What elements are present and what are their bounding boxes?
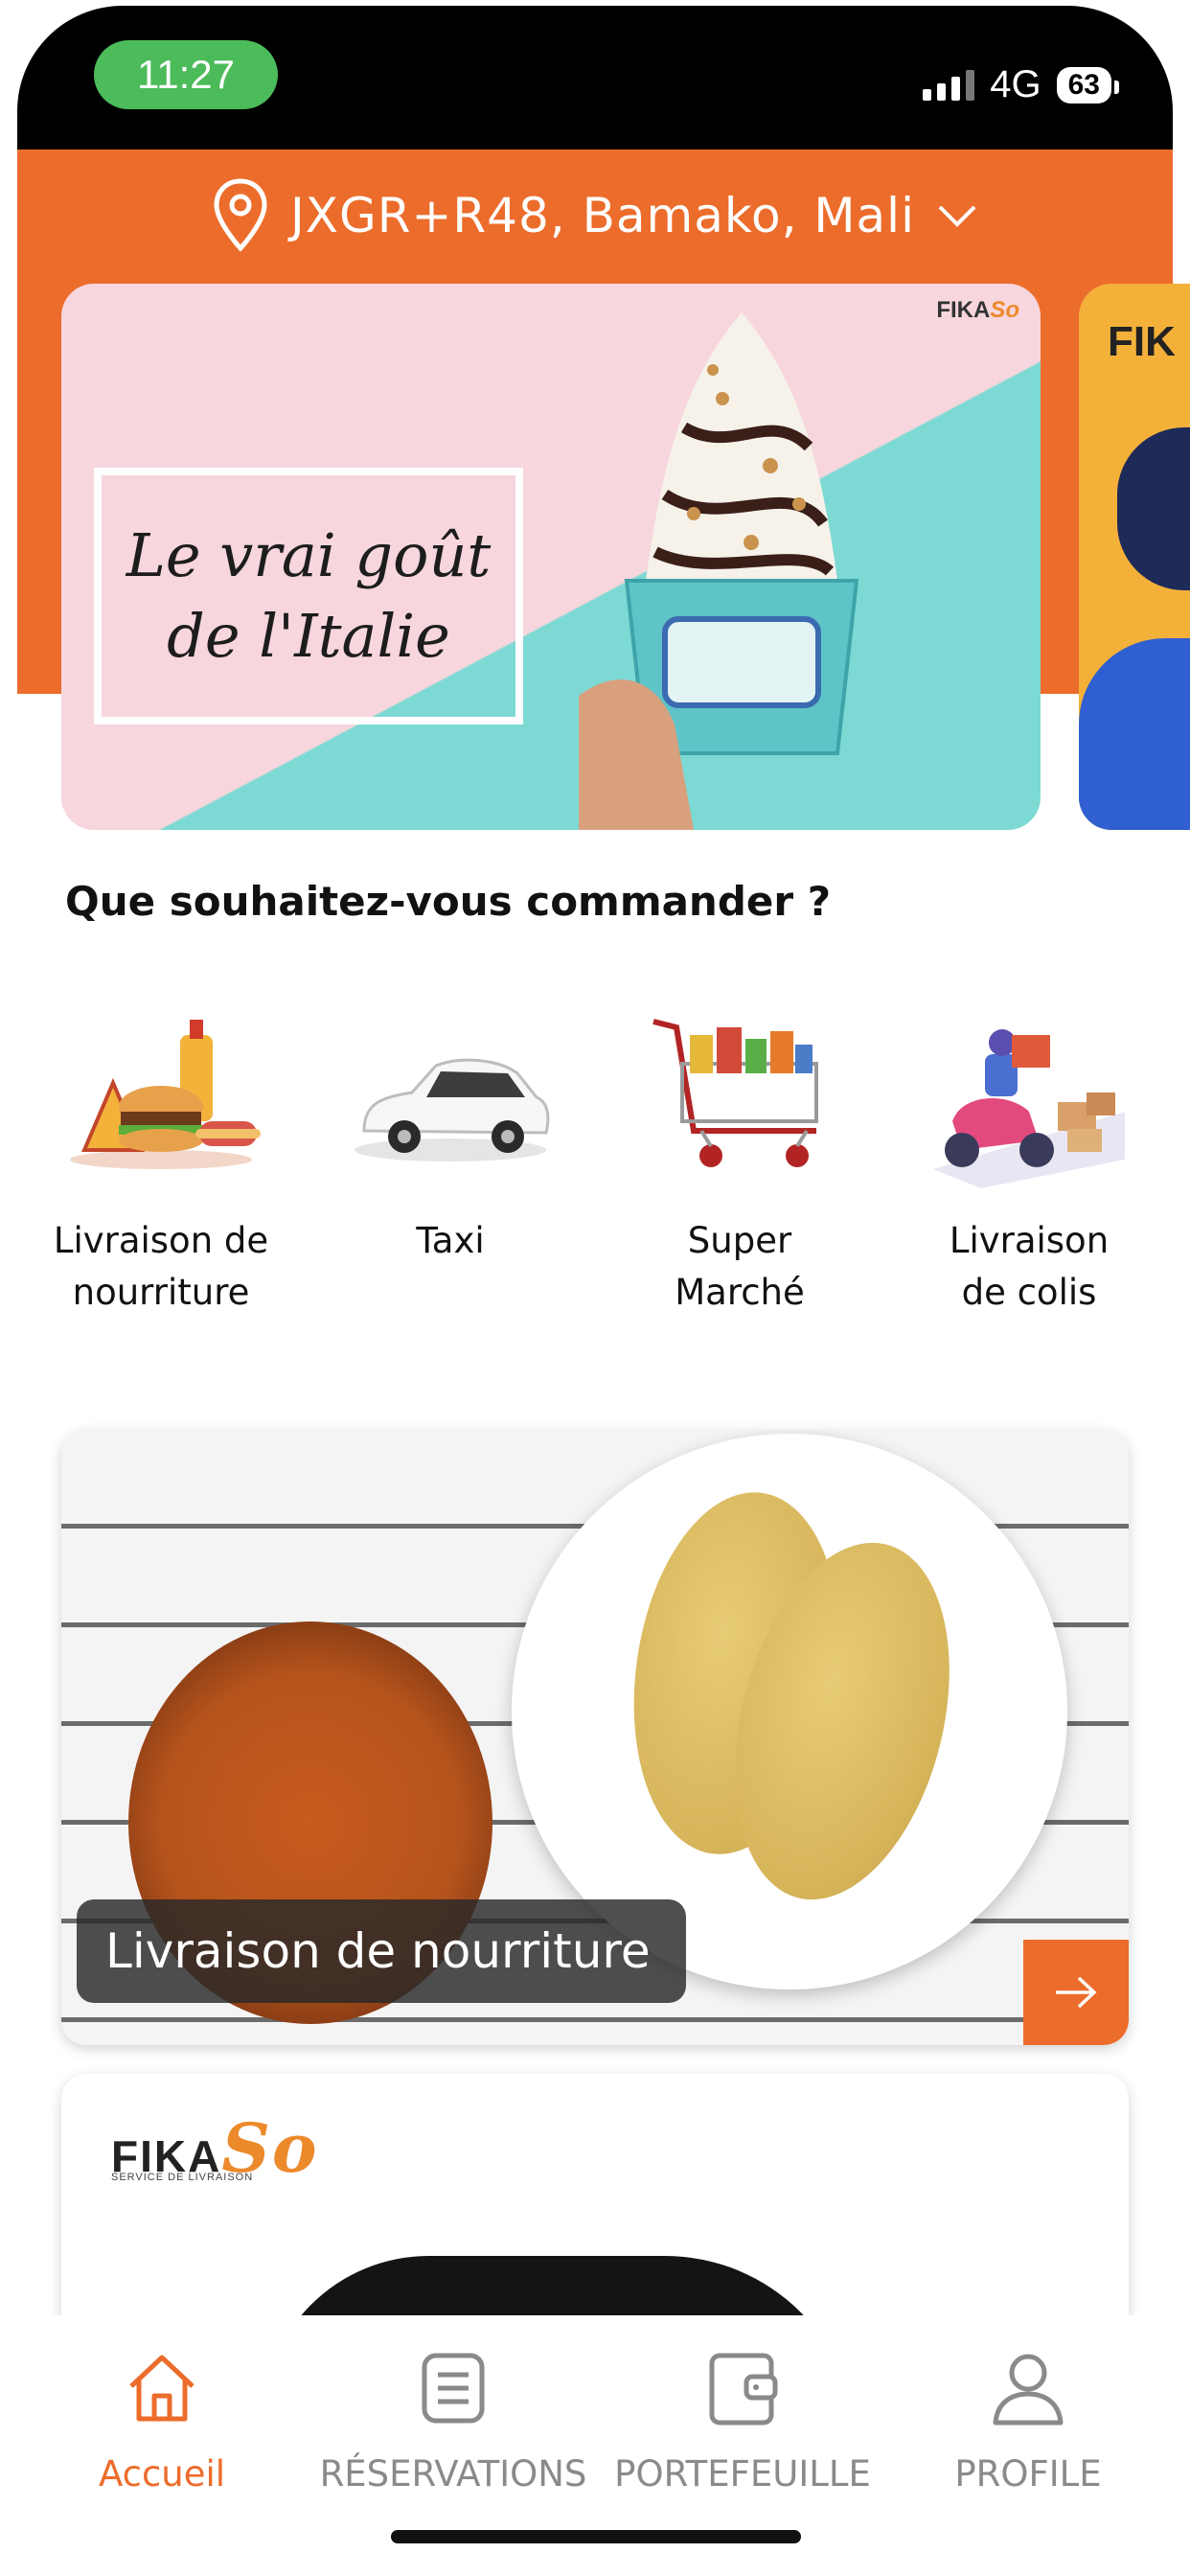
home-icon — [122, 2348, 202, 2428]
food-icon — [56, 1006, 266, 1188]
category-label-line-2: Marché — [675, 1272, 805, 1313]
category-taxi[interactable]: Taxi — [307, 1006, 594, 1332]
location-selector[interactable]: JXGR+R48, Bamako, Mali — [0, 172, 1190, 259]
category-label-line-1: Super — [687, 1220, 792, 1261]
car-icon — [345, 1006, 556, 1188]
promo-banner[interactable]: Le vrai goût de l'Italie FIKASo — [61, 284, 1041, 830]
category-list: Livraison de nourriture Taxi Super March… — [0, 1006, 1190, 1332]
list-icon — [413, 2348, 493, 2428]
tab-label: Accueil — [98, 2453, 226, 2495]
tagline-line-1: Le vrai goût — [126, 520, 492, 590]
arrow-right-icon — [1056, 1976, 1097, 2009]
tab-wallet[interactable]: PORTEFEUILLE — [594, 2348, 891, 2495]
section-title: Que souhaitez-vous commander ? — [65, 878, 832, 925]
battery-icon: 63 — [1056, 66, 1120, 104]
wallet-icon — [702, 2348, 783, 2428]
location-pin-icon — [214, 178, 267, 252]
ice-cream-illustration — [579, 312, 859, 830]
banner-logo: FIKASo — [936, 297, 1019, 323]
category-supermarket[interactable]: Super Marché — [596, 1006, 883, 1332]
category-label-line-1: Livraison de — [53, 1220, 269, 1261]
next-banner-figure — [1117, 427, 1190, 590]
tab-label: PROFILE — [954, 2453, 1102, 2495]
promo-banner-next[interactable]: FIK — [1079, 284, 1190, 830]
category-label-line-1: Livraison — [949, 1220, 1110, 1261]
category-food-delivery[interactable]: Livraison de nourriture — [17, 1006, 305, 1332]
taxi-card-subtitle: SERVICE DE LIVRAISON — [111, 2172, 254, 2183]
delivery-scooter-icon — [924, 1006, 1134, 1188]
tab-label: PORTEFEUILLE — [614, 2453, 871, 2495]
network-label: 4G — [990, 63, 1041, 105]
tab-label: RÉSERVATIONS — [319, 2453, 587, 2495]
tab-home[interactable]: Accueil — [13, 2348, 310, 2495]
food-card-caption: Livraison de nourriture — [77, 1899, 686, 2003]
status-time: 11:27 — [94, 40, 278, 109]
tab-profile[interactable]: PROFILE — [880, 2348, 1177, 2495]
category-label-line-1: Taxi — [416, 1220, 485, 1261]
tab-reservations[interactable]: RÉSERVATIONS — [305, 2348, 602, 2495]
tagline-line-2: de l'Italie — [167, 601, 450, 671]
location-address: JXGR+R48, Bamako, Mali — [290, 188, 915, 243]
status-bar: 11:27 4G 63 — [17, 6, 1173, 150]
next-banner-figure-body — [1079, 638, 1190, 830]
user-icon — [988, 2348, 1068, 2428]
home-indicator[interactable] — [391, 2530, 801, 2543]
food-card-arrow-button[interactable] — [1023, 1940, 1129, 2045]
next-banner-logo: FIK — [1108, 318, 1176, 365]
chevron-down-icon — [938, 205, 976, 227]
signal-icon — [923, 69, 975, 101]
category-label-line-2: nourriture — [72, 1272, 250, 1313]
food-delivery-card[interactable]: Livraison de nourriture — [61, 1430, 1129, 2045]
category-parcel-delivery[interactable]: Livraison de colis — [885, 1006, 1173, 1332]
app-screen: 11:27 4G 63 JXGR+R48, Bamako, Mali Le vr… — [0, 0, 1190, 2576]
category-label-line-2: de colis — [961, 1272, 1097, 1313]
banner-tagline: Le vrai goût de l'Italie — [94, 468, 523, 724]
status-indicators: 4G 63 — [923, 63, 1120, 106]
shopping-cart-icon — [634, 1006, 845, 1188]
